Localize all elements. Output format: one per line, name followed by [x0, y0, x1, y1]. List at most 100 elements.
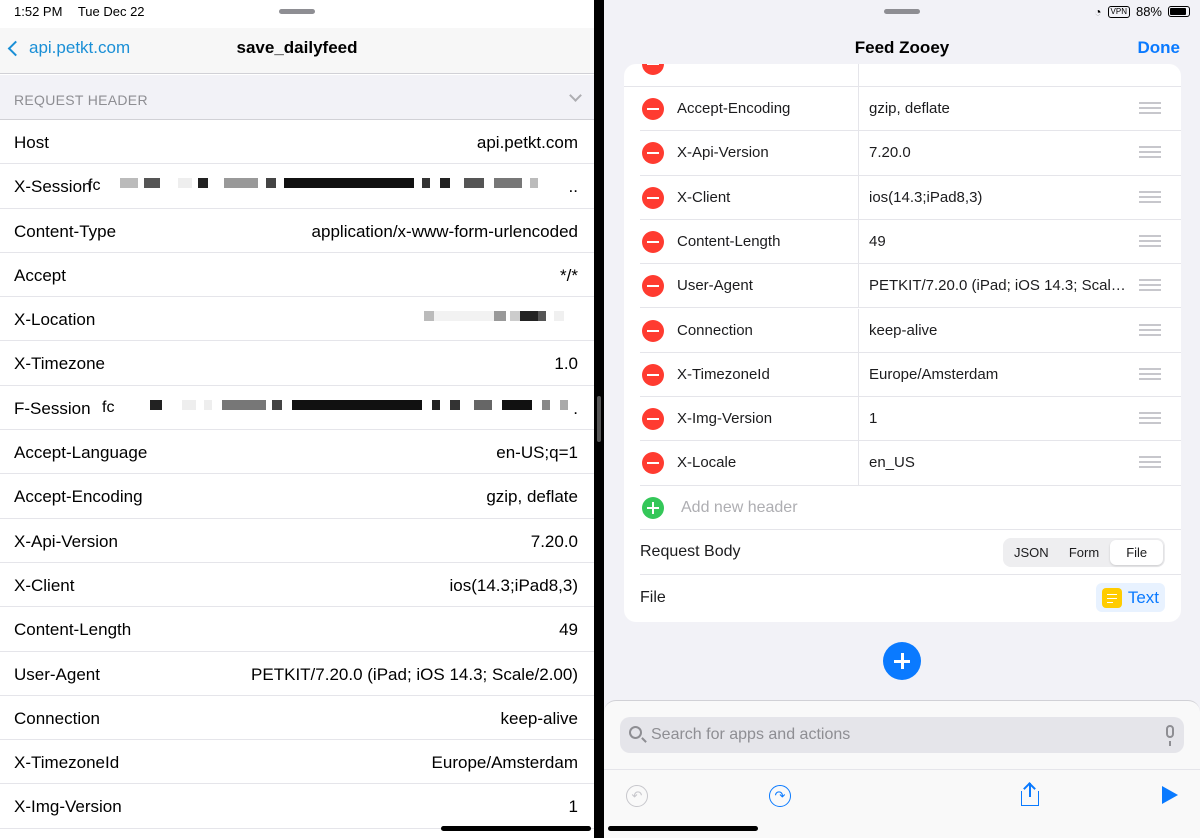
list-item[interactable]: X-TimezoneId Europe/Amsterdam	[0, 740, 594, 785]
header-key: Content-Type	[14, 221, 117, 241]
header-value-field[interactable]: PETKIT/7.20.0 (iPad; iOS 14.3; Scale...	[869, 277, 1129, 294]
delete-header-icon[interactable]	[642, 363, 664, 386]
file-row: File Text	[640, 576, 1181, 620]
header-value-field[interactable]: 7.20.0	[869, 144, 1129, 161]
segment-json[interactable]: JSON	[1005, 540, 1058, 565]
request-body-segmented-control[interactable]: JSON Form File	[1003, 538, 1165, 567]
delete-header-icon[interactable]	[642, 64, 664, 75]
list-item[interactable]: Accept */*	[0, 253, 594, 298]
reorder-handle-icon[interactable]	[1139, 412, 1161, 425]
header-value-field[interactable]: en_US	[869, 454, 1129, 471]
header-row[interactable]: X-Client ios(14.3;iPad8,3)	[640, 175, 1181, 220]
delete-header-icon[interactable]	[642, 186, 664, 209]
list-item[interactable]: X-Client ios(14.3;iPad8,3)	[0, 563, 594, 608]
list-item[interactable]: F-Session fc .	[0, 386, 594, 431]
split-view-divider[interactable]	[594, 0, 604, 838]
play-icon[interactable]	[1162, 786, 1178, 804]
delete-header-icon[interactable]	[642, 319, 664, 342]
list-item[interactable]: X-Api-Version 7.20.0	[0, 519, 594, 563]
list-item[interactable]: Connection keep-alive	[0, 696, 594, 741]
redo-icon[interactable]: ↷	[769, 785, 791, 807]
add-header-row[interactable]: Add new header	[640, 486, 1181, 530]
page-title: save_dailyfeed	[236, 38, 358, 57]
header-value-field[interactable]: 49	[869, 233, 1129, 250]
list-item[interactable]: Host api.petkt.com	[0, 120, 594, 165]
search-icon	[629, 726, 642, 739]
delete-header-icon[interactable]	[642, 142, 664, 165]
partial-header-row	[624, 64, 1181, 87]
battery-percent: 88%	[1135, 4, 1162, 19]
add-action-button[interactable]	[883, 642, 921, 680]
segment-form[interactable]: Form	[1058, 540, 1111, 565]
header-value-field[interactable]: keep-alive	[869, 322, 1129, 339]
header-value-field[interactable]: ios(14.3;iPad8,3)	[869, 189, 1129, 206]
header-key-field[interactable]: User-Agent	[677, 277, 753, 294]
header-row[interactable]: X-Locale en_US	[640, 441, 1181, 486]
done-button[interactable]: Done	[1138, 38, 1181, 58]
list-item[interactable]: Accept-Language en-US;q=1	[0, 430, 594, 475]
header-value-field[interactable]: 1	[869, 410, 1129, 427]
reorder-handle-icon[interactable]	[1139, 279, 1161, 292]
list-item[interactable]: User-Agent PETKIT/7.20.0 (iPad; iOS 14.3;…	[0, 652, 594, 696]
divider-handle[interactable]	[597, 396, 601, 442]
header-row[interactable]: User-Agent PETKIT/7.20.0 (iPad; iOS 14.3;…	[640, 264, 1181, 309]
delete-header-icon[interactable]	[642, 98, 664, 120]
header-value-field[interactable]: gzip, deflate	[869, 100, 1129, 117]
reorder-handle-icon[interactable]	[1139, 456, 1161, 469]
header-key-field[interactable]: Connection	[677, 322, 753, 339]
segment-file[interactable]: File	[1110, 540, 1164, 565]
list-item[interactable]: Content-Length 49	[0, 607, 594, 652]
section-label: REQUEST HEADER	[14, 92, 148, 108]
header-key: X-Api-Version	[14, 531, 118, 551]
search-input[interactable]: Search for apps and actions	[620, 717, 1184, 753]
text-variable-chip[interactable]: Text	[1095, 583, 1165, 612]
header-key-field[interactable]: X-Api-Version	[677, 144, 769, 161]
list-item[interactable]: Accept-Encoding gzip, deflate	[0, 474, 594, 519]
header-key: Accept	[14, 265, 66, 285]
header-key-field[interactable]: Accept-Encoding	[677, 100, 790, 117]
reorder-handle-icon[interactable]	[1139, 190, 1161, 203]
reorder-handle-icon[interactable]	[1139, 367, 1161, 380]
header-value-field[interactable]: Europe/Amsterdam	[869, 366, 1129, 383]
reorder-handle-icon[interactable]	[1139, 102, 1161, 114]
multitask-grabber[interactable]	[279, 9, 315, 14]
delete-header-icon[interactable]	[642, 408, 664, 431]
header-key: X-Client	[14, 575, 75, 595]
reorder-handle-icon[interactable]	[1139, 146, 1161, 159]
header-value: fc	[88, 177, 101, 195]
header-row[interactable]: Accept-Encoding gzip, deflate	[640, 87, 1181, 132]
header-key: Host	[14, 133, 49, 152]
share-icon[interactable]	[1021, 782, 1039, 807]
list-item[interactable]: X-Session fc ..	[0, 164, 594, 209]
editor-toolbar: ↶ ↷	[604, 769, 1200, 819]
microphone-icon[interactable]	[1166, 725, 1174, 746]
delete-header-icon[interactable]	[642, 230, 664, 253]
undo-icon[interactable]: ↶	[626, 785, 648, 807]
status-date: Tue Dec 22	[77, 4, 145, 19]
add-header-icon[interactable]	[642, 497, 664, 519]
header-row[interactable]: Connection keep-alive	[640, 308, 1181, 353]
header-key-field[interactable]: X-Client	[677, 189, 730, 206]
shortcut-title[interactable]: Feed Zooey	[604, 38, 1200, 58]
list-item[interactable]: X-Img-Version 1	[0, 784, 594, 829]
header-key-field[interactable]: X-Img-Version	[677, 410, 772, 427]
header-key: X-Location	[14, 310, 96, 330]
header-key-field[interactable]: Content-Length	[677, 233, 780, 250]
header-row[interactable]: X-Api-Version 7.20.0	[640, 131, 1181, 176]
reorder-handle-icon[interactable]	[1139, 234, 1161, 247]
list-item[interactable]: X-Location	[0, 297, 594, 342]
multitask-grabber[interactable]	[884, 9, 920, 14]
header-row[interactable]: Content-Length 49	[640, 219, 1181, 265]
header-row[interactable]: X-TimezoneId Europe/Amsterdam	[640, 352, 1181, 398]
list-item[interactable]: X-Timezone 1.0	[0, 341, 594, 386]
delete-header-icon[interactable]	[642, 452, 664, 475]
request-header-section[interactable]: REQUEST HEADER	[0, 75, 594, 120]
header-key: Accept-Language	[14, 443, 148, 463]
delete-header-icon[interactable]	[642, 275, 664, 298]
header-row[interactable]: X-Img-Version 1	[640, 397, 1181, 442]
header-key-field[interactable]: X-TimezoneId	[677, 366, 770, 383]
header-key-field[interactable]: X-Locale	[677, 454, 736, 471]
home-indicator-right	[608, 826, 758, 831]
list-item[interactable]: Content-Type application/x-www-form-urlen…	[0, 209, 594, 253]
reorder-handle-icon[interactable]	[1139, 323, 1161, 336]
